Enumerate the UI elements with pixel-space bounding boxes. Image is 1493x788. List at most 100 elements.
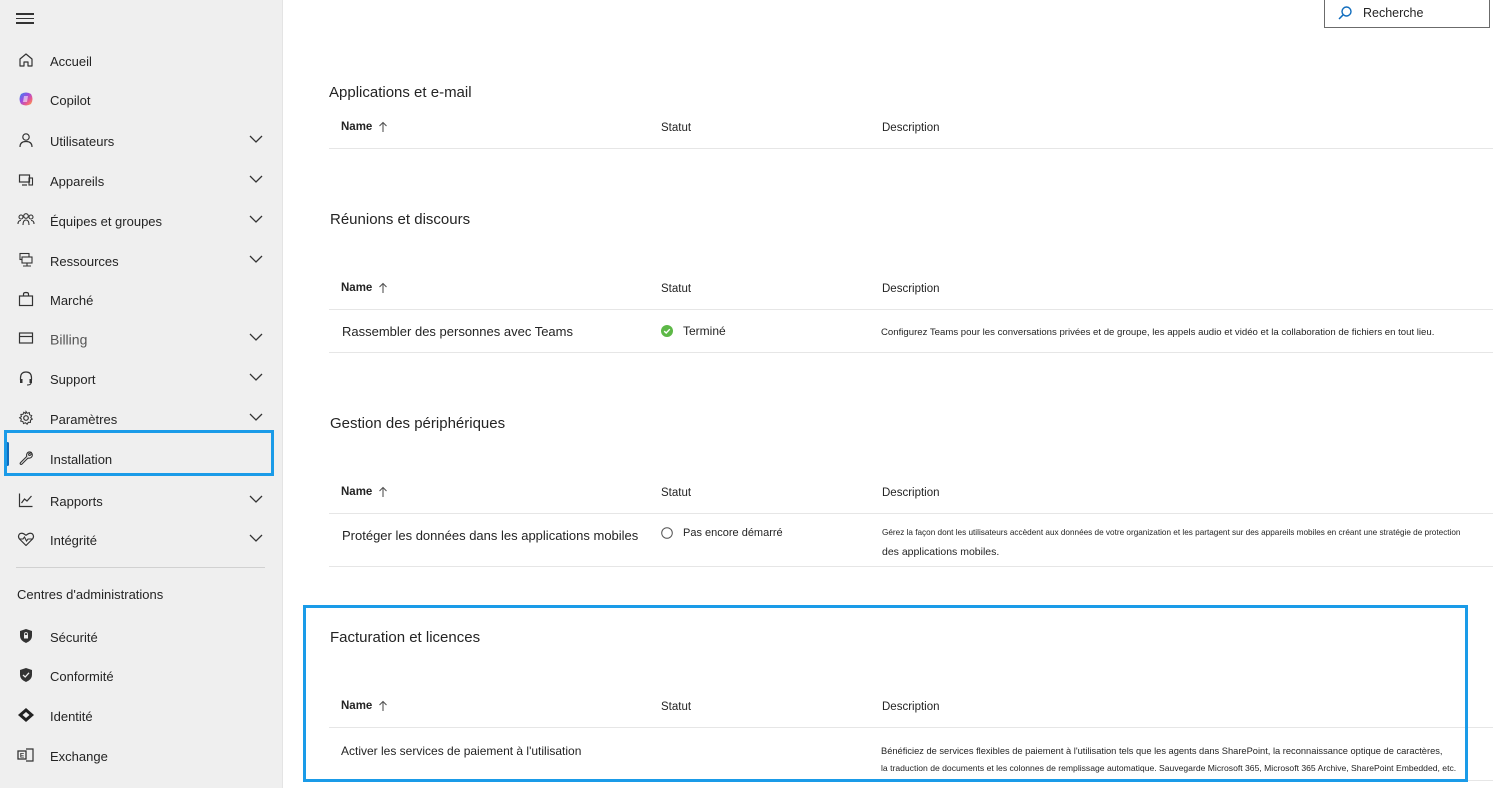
column-header-description[interactable]: Description [882,283,940,295]
section-title: Facturation et licences [330,629,481,646]
resources-icon [17,251,35,269]
section-title: Réunions et discours [330,211,471,228]
hamburger-menu-icon[interactable] [16,10,34,26]
sort-ascending-icon[interactable] [378,282,388,294]
sidebar-item-label: Exchange [50,749,108,764]
sidebar-item-label: Installation [50,452,113,467]
user-icon [17,131,35,149]
sort-ascending-icon[interactable] [378,486,388,498]
search-box[interactable]: Recherche [1324,0,1490,28]
row-divider [329,148,1493,149]
table-row-name[interactable]: Rassembler des personnes avec Teams [342,324,573,339]
row-divider [329,566,1493,567]
chevron-down-icon[interactable] [248,332,264,342]
chevron-down-icon[interactable] [248,412,264,422]
sidebar: Accueil Copilot Utilisateurs Appareils É… [0,0,283,788]
sort-ascending-icon[interactable] [378,700,388,712]
sidebar-item-label: Intégrité [50,533,97,548]
chevron-down-icon[interactable] [248,494,264,504]
search-input[interactable]: Recherche [1363,6,1423,20]
shield-compliance-icon [17,666,35,684]
sidebar-item-label: Rapports [50,494,103,509]
column-header-description[interactable]: Description [882,701,940,713]
section-title: Gestion des périphériques [330,415,506,432]
gear-icon [17,409,35,427]
shopping-bag-icon [17,290,35,308]
table-row-description: Configurez Teams pour les conversations … [881,327,1435,338]
table-row-name[interactable]: Activer les services de paiement à l'uti… [341,744,581,758]
chevron-down-icon[interactable] [248,533,264,543]
column-header-status[interactable]: Statut [661,701,691,713]
status-text: Pas encore démarré [683,527,783,539]
sort-ascending-icon[interactable] [378,121,388,133]
sidebar-item-marche[interactable]: Marché [0,279,282,319]
sidebar-item-ressources[interactable]: Ressources [0,240,282,280]
table-row-description-line2: la traduction de documents et les colonn… [881,763,1457,773]
sidebar-item-rapports[interactable]: Rapports [0,480,282,520]
sidebar-item-label: Utilisateurs [50,134,115,149]
row-divider [329,352,1493,353]
home-icon [17,51,35,69]
admin-centers-heading: Centres d'administrations [17,587,164,602]
chevron-down-icon[interactable] [248,372,264,382]
column-header-name[interactable]: Name [341,282,372,294]
headset-icon [17,369,35,387]
column-header-status[interactable]: Statut [661,122,691,134]
column-header-name[interactable]: Name [341,121,372,133]
sidebar-divider [16,567,265,568]
search-icon [1338,6,1352,20]
sidebar-item-support[interactable]: Support [0,358,282,398]
sidebar-item-billing[interactable]: Billing [0,318,282,358]
heart-pulse-icon [17,530,35,548]
sidebar-item-label: Marché [50,293,94,308]
copilot-icon [17,90,35,108]
sidebar-item-utilisateurs[interactable]: Utilisateurs [0,120,282,160]
column-header-name[interactable]: Name [341,486,372,498]
exchange-icon: E [17,746,35,764]
table-row-name[interactable]: Protéger les données dans les applicatio… [342,528,638,543]
column-header-description[interactable]: Description [882,487,940,499]
chevron-down-icon[interactable] [248,214,264,224]
chart-line-icon [17,491,35,509]
credit-card-icon [17,329,35,347]
sidebar-item-appareils[interactable]: Appareils [0,160,282,200]
sidebar-item-label: Accueil [50,54,92,69]
sidebar-item-parametres[interactable]: Paramètres [0,398,282,438]
sidebar-item-exchange[interactable]: E Exchange [0,735,282,775]
svg-text:E: E [20,753,25,760]
sidebar-item-accueil[interactable]: Accueil [0,40,282,80]
table-row-description-line1: Gérez la façon dont les utilisateurs acc… [882,528,1461,537]
checkmark-circle-icon [661,325,673,337]
status-completed: Terminé [661,324,726,338]
sidebar-item-label: Identité [50,709,93,724]
column-header-status[interactable]: Statut [661,487,691,499]
shield-lock-icon [17,627,35,645]
devices-icon [17,171,35,189]
row-divider [329,780,1493,781]
row-divider [329,513,1493,514]
table-row-description-line1: Bénéficiez de services flexibles de paie… [881,746,1443,756]
wrench-icon [17,449,35,467]
sidebar-item-label: Appareils [50,174,105,189]
sidebar-item-equipes-groupes[interactable]: Équipes et groupes [0,200,282,240]
column-header-name[interactable]: Name [341,700,372,712]
chevron-down-icon[interactable] [248,174,264,184]
sidebar-item-securite[interactable]: Sécurité [0,616,282,656]
column-header-status[interactable]: Statut [661,283,691,295]
sidebar-item-integrite[interactable]: Intégrité [0,519,282,559]
sidebar-item-label: Ressources [50,254,119,269]
sidebar-item-identite[interactable]: Identité [0,695,282,735]
empty-circle-icon [661,527,673,539]
chevron-down-icon[interactable] [248,134,264,144]
sidebar-item-label: Équipes et groupes [50,214,163,229]
section-title: Applications et e-mail [329,84,472,101]
chevron-down-icon[interactable] [248,254,264,264]
sidebar-item-conformite[interactable]: Conformité [0,655,282,695]
table-row-description-line2: des applications mobiles. [882,546,1000,558]
sidebar-item-installation[interactable]: Installation [0,438,282,478]
column-header-description[interactable]: Description [882,122,940,134]
sidebar-item-copilot[interactable]: Copilot [0,79,282,119]
active-indicator [6,442,9,466]
sidebar-item-label: Paramètres [50,412,118,427]
row-divider [329,727,1493,728]
